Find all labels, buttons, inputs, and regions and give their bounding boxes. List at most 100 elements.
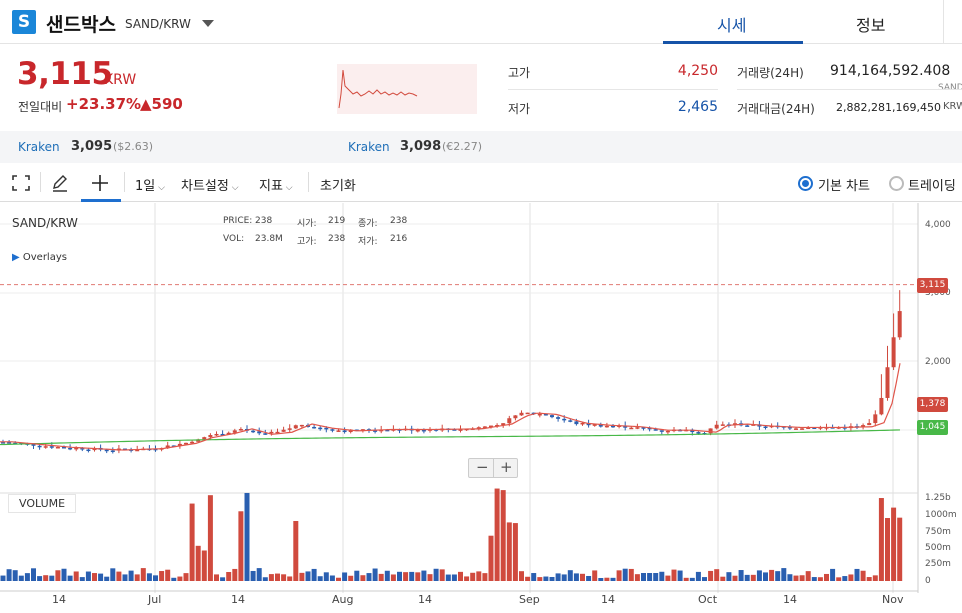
volume-bar — [659, 571, 665, 581]
volume-bar — [689, 577, 695, 581]
candle-body — [507, 418, 512, 424]
volume-bar — [116, 571, 122, 581]
overlays-toggle[interactable]: ▶ Overlays — [12, 252, 67, 263]
volume-bar — [445, 574, 451, 581]
volume-bar — [512, 523, 518, 581]
current-price: 3,115 — [17, 56, 113, 92]
candle-body — [720, 424, 725, 426]
volume-bar — [256, 568, 262, 581]
candle-body — [525, 412, 530, 415]
volume-bar — [415, 572, 421, 581]
top-bar: S 샌드박스 SAND/KRW 시세 정보 — [0, 0, 962, 44]
pencil-draw-icon[interactable] — [51, 174, 69, 192]
fullscreen-icon[interactable] — [12, 175, 30, 191]
volume-bar — [275, 573, 280, 581]
zoom-out-button[interactable]: − — [476, 458, 489, 476]
candle-body — [891, 337, 896, 368]
volume-bar — [549, 576, 555, 581]
volume-bar — [555, 573, 561, 581]
volume-bar — [805, 571, 811, 581]
volume-bar — [531, 573, 537, 581]
tab-divider — [943, 0, 944, 43]
candle-body — [629, 427, 634, 430]
volume-bar — [287, 576, 293, 581]
volume-bar — [189, 503, 195, 581]
candle-body — [287, 428, 292, 430]
tab-price[interactable]: 시세 — [717, 12, 746, 36]
tab-info[interactable]: 정보 — [856, 12, 885, 36]
reset-button[interactable]: 초기화 — [320, 175, 356, 194]
chart-settings-menu[interactable]: 차트설정 ⌵ — [181, 175, 239, 194]
basic-chart-label[interactable]: 기본 차트 — [818, 175, 870, 194]
volume-bar — [451, 574, 457, 581]
candle-body — [794, 428, 798, 430]
volume-bar — [702, 577, 707, 581]
volume-bar — [67, 575, 73, 581]
candle-body — [336, 430, 341, 432]
candle-body — [330, 429, 335, 431]
x-tick-label: Oct — [698, 593, 718, 606]
candle-body — [43, 446, 48, 448]
candle-body — [214, 433, 219, 436]
exchange-name[interactable]: Kraken — [18, 140, 60, 154]
volume-bar — [677, 570, 683, 581]
candle-body — [312, 426, 317, 429]
trading-view-radio[interactable] — [889, 176, 904, 191]
volume-bar — [458, 571, 463, 581]
x-tick-label: Aug — [332, 593, 354, 606]
volume-bar — [836, 577, 842, 581]
volume-bar — [897, 517, 903, 581]
candle-body — [190, 441, 195, 444]
volume-bar — [146, 573, 152, 581]
volume-bar — [488, 535, 494, 581]
low-label: 저가: — [358, 237, 378, 247]
chevron-down-icon: ⌵ — [155, 183, 165, 193]
volume-bar — [140, 568, 146, 581]
volume-bar — [775, 571, 781, 581]
zoom-in-button[interactable]: + — [500, 458, 513, 476]
candle-body — [665, 430, 670, 433]
volume-bar — [616, 570, 622, 581]
trading-view-label[interactable]: 트레이딩 — [908, 175, 956, 194]
volume-label: 거래량(24H) — [737, 66, 804, 80]
price-chart[interactable] — [0, 203, 962, 613]
exchange-name[interactable]: Kraken — [348, 140, 390, 154]
volume-bar — [55, 570, 61, 581]
volume-bar — [92, 573, 97, 581]
volume-bar — [299, 572, 305, 581]
volume-value: 914,164,592.408 — [830, 63, 951, 79]
chevron-down-icon[interactable] — [202, 20, 214, 27]
volume-bar — [567, 570, 573, 581]
volume-bar — [811, 577, 817, 581]
volume-bar — [878, 498, 884, 581]
coin-name[interactable]: 샌드박스 — [46, 10, 116, 37]
candle-body — [318, 427, 323, 430]
interval-select[interactable]: 1일 ⌵ — [135, 175, 165, 194]
basic-chart-radio[interactable] — [798, 176, 813, 191]
candle-body — [885, 367, 890, 398]
open-label: 시가: — [297, 219, 317, 229]
volume-bar — [506, 522, 512, 581]
candle-body — [263, 433, 268, 435]
candle-body — [342, 430, 347, 433]
price-value: 238 — [255, 216, 273, 226]
volume-tick-label: 1000m — [925, 510, 957, 520]
x-tick-label: 14 — [418, 593, 432, 606]
volume-bar — [500, 490, 506, 581]
volume-bar — [360, 575, 366, 581]
volume-bar — [281, 574, 287, 581]
volume-bar — [207, 495, 213, 581]
volume-bar — [427, 574, 433, 581]
volume-bar — [817, 577, 823, 581]
candle-body — [232, 430, 237, 433]
volume-bar — [342, 572, 348, 581]
high-value: 238 — [328, 234, 346, 244]
indicators-menu[interactable]: 지표 ⌵ — [259, 175, 293, 194]
volume-bar — [610, 577, 616, 581]
crosshair-icon[interactable] — [92, 175, 108, 191]
low-label: 저가 — [508, 102, 531, 116]
x-tick-label: 14 — [783, 593, 797, 606]
volume-bar — [226, 571, 232, 581]
volume-bar — [61, 568, 67, 581]
volume-tick-label: 750m — [925, 527, 951, 537]
